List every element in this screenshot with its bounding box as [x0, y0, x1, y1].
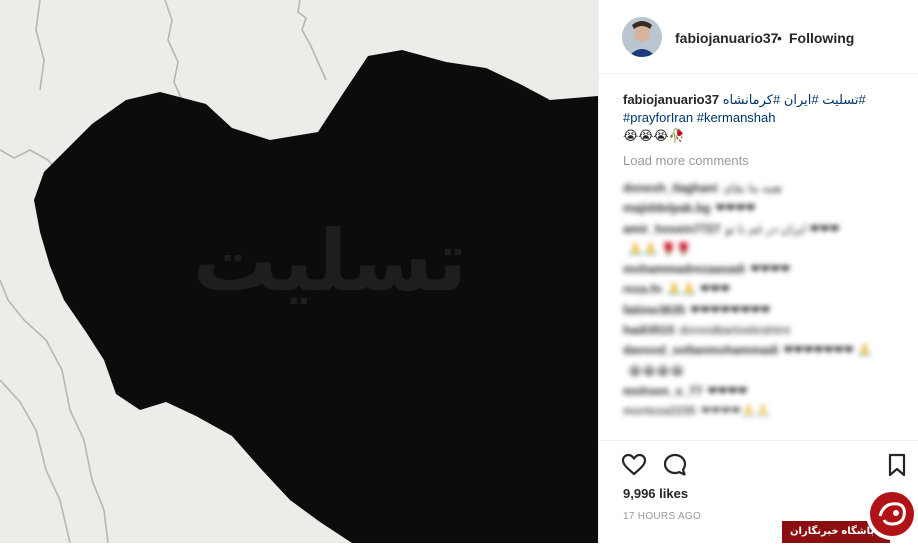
header-username-link[interactable]: fabiojanuario37: [675, 30, 778, 46]
comment-text: 🙏🙏 🌹🌹: [628, 241, 692, 256]
comment-username[interactable]: davood_soltanmohammadi: [623, 343, 778, 357]
hashtag-link[interactable]: #کرمانشاه: [723, 92, 781, 107]
likes-count[interactable]: 9,996 likes: [623, 486, 688, 501]
caption-persian-tags: #تسلیت #ایران #کرمانشاه: [723, 92, 866, 107]
comment-item: mohammadrezaasadi ❤❤❤❤: [623, 259, 913, 279]
comment-text: ❤❤❤❤: [750, 262, 791, 277]
comment-item: donesh_ilaghani همه ما بقای: [623, 178, 913, 198]
comment-text: ❤❤❤❤: [707, 383, 748, 398]
hashtag-link[interactable]: #kermanshah: [697, 110, 776, 125]
caption-username-link[interactable]: fabiojanuario37: [623, 92, 719, 107]
heart-icon: [621, 453, 647, 476]
comment-text: ❤❤❤❤❤❤❤ 🙏: [783, 343, 873, 358]
comment-text: 😭😭😭😭: [628, 363, 685, 378]
caption-line-2: #prayforIran #kermanshah: [623, 109, 909, 127]
comment-text: ❤❤❤❤❤❤❤❤: [690, 302, 771, 317]
comment-item: reza.fn 🙏🙏 ❤❤❤: [623, 279, 913, 299]
caption-line-1: fabiojanuario37 #تسلیت #ایران #کرمانشاه: [623, 91, 909, 109]
news-agency-logo-icon: [866, 488, 918, 540]
comment-text: ایران در غم با تو ❤❤❤: [725, 221, 840, 236]
profile-photo-icon: [622, 17, 662, 57]
comment-username[interactable]: amir_hosein7727: [623, 222, 720, 236]
comment-username[interactable]: mohammadrezaasadi: [623, 262, 745, 276]
comment-username[interactable]: mohsen_s_77: [623, 384, 702, 398]
post-side-panel: fabiojanuario37 • Following fabiojanuari…: [598, 0, 918, 543]
bookmark-icon: [888, 453, 906, 477]
following-button[interactable]: Following: [789, 30, 854, 46]
header-separator: •: [777, 30, 782, 46]
comment-username[interactable]: hadi3515: [623, 323, 674, 337]
caption-emojis: 😭😭😭🥀: [623, 128, 685, 143]
hashtag-link[interactable]: #تسلیت: [822, 92, 865, 107]
comment-item: 😭😭😭😭: [623, 361, 913, 381]
post-caption: fabiojanuario37 #تسلیت #ایران #کرمانشاه …: [623, 91, 909, 145]
load-more-comments-button[interactable]: Load more comments: [623, 153, 749, 168]
comment-text: همه ما بقای: [722, 181, 782, 195]
hashtag-link[interactable]: #prayforIran: [623, 110, 693, 125]
comment-text: 🙏🙏 ❤❤❤: [666, 282, 731, 297]
comment-username[interactable]: donesh_ilaghani: [623, 181, 718, 195]
post-image[interactable]: تسلیت: [0, 0, 598, 543]
comment-item: majiddelpak.bg ❤❤❤❤: [623, 198, 913, 218]
comment-text: ❤❤❤❤: [715, 201, 756, 216]
post-header: fabiojanuario37 • Following: [599, 0, 918, 74]
watermark-logo: [862, 486, 918, 542]
iran-map-image: تسلیت: [0, 0, 598, 543]
comment-item: hadi3515 doroodbartoebrahimi: [623, 320, 913, 340]
comment-item: fatime3635 ❤❤❤❤❤❤❤❤: [623, 300, 913, 320]
comment-username[interactable]: majiddelpak.bg: [623, 201, 710, 215]
comment-button[interactable]: [662, 452, 688, 478]
post-timestamp[interactable]: 17 HOURS AGO: [623, 511, 701, 522]
save-button[interactable]: [884, 452, 910, 478]
comment-item: 🙏🙏 🌹🌹: [623, 239, 913, 259]
comment-icon: [663, 453, 687, 476]
like-button[interactable]: [621, 452, 647, 478]
avatar[interactable]: [622, 17, 662, 57]
comment-item: amir_hosein7727 ایران در غم با تو ❤❤❤: [623, 219, 913, 239]
comment-item: davood_soltanmohammadi ❤❤❤❤❤❤❤ 🙏: [623, 340, 913, 360]
comment-username[interactable]: fatime3635: [623, 303, 685, 317]
comment-username[interactable]: reza.fn: [623, 282, 662, 296]
hashtag-link[interactable]: #ایران: [784, 92, 819, 107]
image-overlay-text: تسلیت: [193, 212, 468, 310]
comment-item: mohsen_s_77 ❤❤❤❤: [623, 381, 913, 401]
comment-text: doroodbartoebrahimi: [679, 323, 791, 338]
